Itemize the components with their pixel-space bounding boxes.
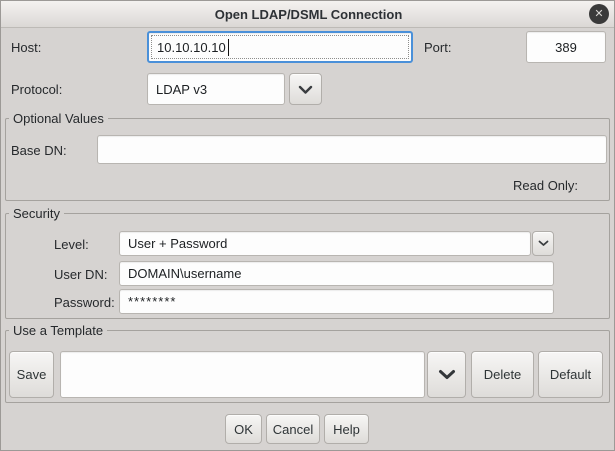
delete-button-label: Delete <box>484 367 522 382</box>
default-button[interactable]: Default <box>538 351 603 398</box>
user-dn-label: User DN: <box>54 267 107 282</box>
chevron-down-icon <box>538 240 549 247</box>
optional-values-legend: Optional Values <box>9 111 108 126</box>
help-button[interactable]: Help <box>324 414 369 444</box>
host-label: Host: <box>11 40 41 55</box>
protocol-dropdown-button[interactable] <box>289 73 322 105</box>
protocol-combobox[interactable]: LDAP v3 <box>147 73 285 105</box>
chevron-down-icon <box>438 369 456 380</box>
window-title: Open LDAP/DSML Connection <box>215 7 403 22</box>
default-button-label: Default <box>550 367 591 382</box>
save-button-label: Save <box>17 367 47 382</box>
close-button[interactable]: ✕ <box>589 4 609 24</box>
save-button[interactable]: Save <box>9 351 54 398</box>
base-dn-input[interactable] <box>97 135 607 164</box>
level-selected-value: User + Password <box>128 236 227 251</box>
port-input[interactable] <box>526 31 606 63</box>
level-combobox[interactable]: User + Password <box>119 231 531 256</box>
cancel-button[interactable]: Cancel <box>266 414 320 444</box>
open-ldap-connection-dialog: Open LDAP/DSML Connection ✕ Host: Port: … <box>0 0 615 451</box>
base-dn-label: Base DN: <box>11 143 67 158</box>
read-only-label: Read Only: <box>513 178 578 193</box>
user-dn-input[interactable] <box>119 261 554 286</box>
protocol-selected-value: LDAP v3 <box>156 82 207 97</box>
ok-button[interactable]: OK <box>225 414 262 444</box>
titlebar[interactable]: Open LDAP/DSML Connection ✕ <box>1 1 615 28</box>
password-input[interactable] <box>119 289 554 314</box>
level-dropdown-button[interactable] <box>532 231 554 256</box>
protocol-label: Protocol: <box>11 82 62 97</box>
template-dropdown-button[interactable] <box>427 351 466 398</box>
template-combobox-entry[interactable] <box>60 351 425 398</box>
delete-button[interactable]: Delete <box>471 351 534 398</box>
cancel-button-label: Cancel <box>273 422 313 437</box>
level-label: Level: <box>54 237 89 252</box>
ok-button-label: OK <box>234 422 253 437</box>
template-legend: Use a Template <box>9 323 107 338</box>
port-label: Port: <box>424 40 451 55</box>
password-label: Password: <box>54 295 115 310</box>
text-cursor <box>228 39 229 56</box>
help-button-label: Help <box>333 422 360 437</box>
host-input[interactable] <box>147 31 413 63</box>
chevron-down-icon <box>298 85 313 94</box>
close-icon: ✕ <box>594 4 603 24</box>
security-legend: Security <box>9 206 64 221</box>
